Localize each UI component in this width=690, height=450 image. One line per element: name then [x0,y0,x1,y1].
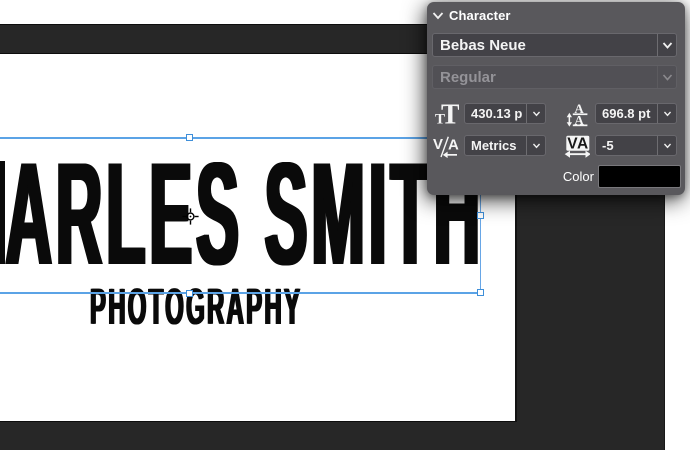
svg-text:A: A [577,136,588,153]
svg-text:T: T [441,102,459,126]
svg-text:A: A [448,137,459,154]
svg-text:V: V [433,136,443,153]
